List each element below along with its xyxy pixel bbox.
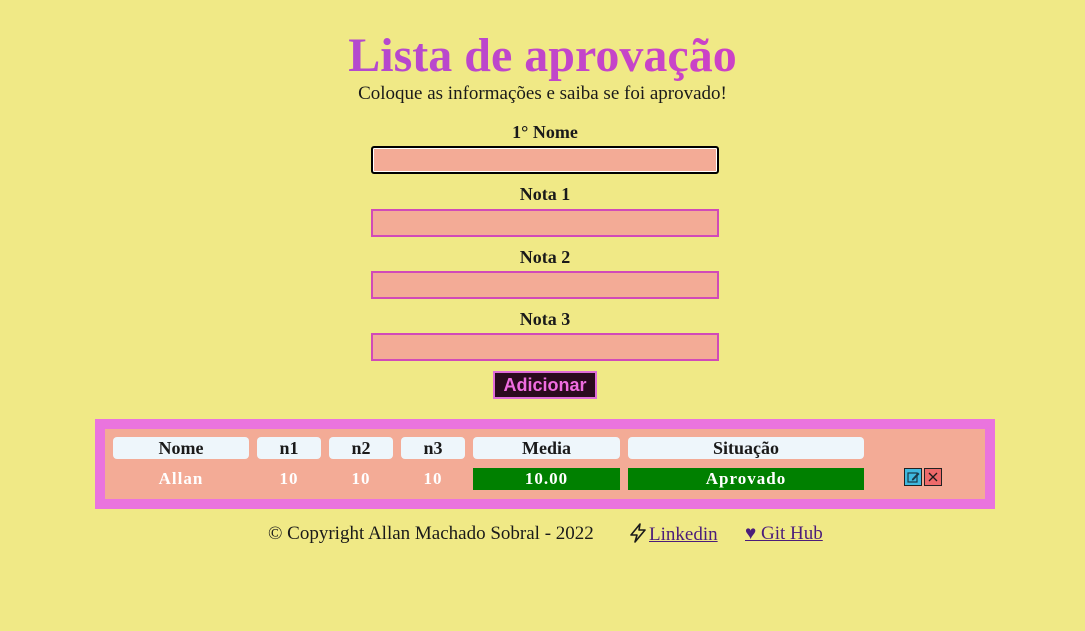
nota1-label: Nota 1	[519, 184, 571, 204]
results-table: Nome n1 n2 n3 Media Situação Allan 10 10…	[95, 419, 995, 509]
linkedin-link[interactable]: Linkedin	[627, 522, 718, 547]
delete-row-button[interactable]	[924, 468, 942, 486]
cell-situacao: Aprovado	[628, 468, 864, 490]
cell-n1: 10	[279, 469, 299, 488]
cell-nome: Allan	[158, 469, 204, 488]
copyright-text: © Copyright Allan Machado Sobral - 2022	[268, 523, 594, 544]
header-n3: n3	[401, 437, 465, 459]
close-icon	[928, 472, 938, 482]
cell-n2: 10	[351, 469, 371, 488]
linkedin-label: Linkedin	[649, 524, 718, 545]
edit-icon	[907, 472, 920, 483]
header-n2: n2	[329, 437, 393, 459]
cell-media: 10.00	[473, 468, 620, 490]
header-media: Media	[473, 437, 620, 459]
github-link[interactable]: ♥ Git Hub	[745, 522, 823, 546]
cell-n3: 10	[423, 469, 443, 488]
nota2-input[interactable]	[371, 271, 719, 299]
nota3-input[interactable]	[371, 333, 719, 361]
name-label: 1° Nome	[512, 122, 578, 142]
page-title: Lista de aprovação	[0, 28, 1085, 84]
nota2-label: Nota 2	[519, 247, 571, 267]
nota1-input[interactable]	[371, 209, 719, 237]
footer: © Copyright Allan Machado Sobral - 2022 …	[0, 522, 1085, 546]
page-subtitle: Coloque as informações e saiba se foi ap…	[358, 83, 727, 104]
header-n1: n1	[257, 437, 321, 459]
nota3-label: Nota 3	[519, 309, 571, 329]
header-nome: Nome	[113, 437, 249, 459]
add-button[interactable]: Adicionar	[493, 371, 597, 399]
lightning-icon	[630, 523, 646, 543]
edit-row-button[interactable]	[904, 468, 922, 486]
header-situacao: Situação	[628, 437, 864, 459]
name-input[interactable]	[371, 146, 719, 174]
